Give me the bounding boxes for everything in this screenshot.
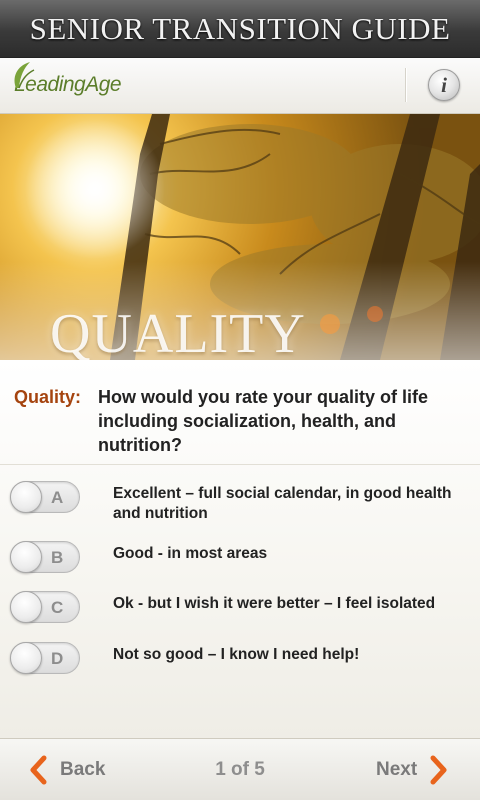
option-d-toggle[interactable]: D (10, 642, 80, 674)
question-panel: Quality: How would you rate your quality… (0, 360, 480, 738)
question-divider (0, 464, 480, 465)
next-button[interactable]: Next (376, 753, 449, 787)
hero-banner: QUALITY (0, 114, 480, 360)
brand-bar: LeadingAge i (0, 58, 480, 114)
leaf-icon (14, 62, 35, 89)
question-text: How would you rate your quality of life … (98, 387, 429, 455)
footer-nav: Back 1 of 5 Next (0, 738, 480, 800)
header-divider (405, 68, 407, 102)
option-letter: B (51, 548, 64, 567)
option-b-toggle[interactable]: B (10, 541, 80, 573)
option-text[interactable]: Excellent – full social calendar, in goo… (113, 484, 475, 524)
question-label: Quality: (14, 387, 82, 407)
option-letter: A (51, 488, 64, 507)
toggle-knob (10, 591, 42, 623)
info-icon: i (441, 72, 447, 97)
toggle-knob (10, 481, 42, 513)
leadingage-logo: LeadingAge (10, 62, 122, 106)
hero-title: QUALITY (50, 303, 306, 360)
chevron-right-icon (430, 755, 447, 785)
option-text[interactable]: Not so good – I know I need help! (113, 645, 475, 665)
option-letter: C (51, 598, 64, 617)
option-letter: D (51, 649, 64, 668)
info-button[interactable]: i (428, 69, 460, 101)
app-title: SENIOR TRANSITION GUIDE (29, 10, 451, 46)
toggle-knob (10, 541, 42, 573)
option-text[interactable]: Good - in most areas (113, 544, 475, 564)
toggle-knob (10, 642, 42, 674)
title-bar: SENIOR TRANSITION GUIDE (0, 0, 480, 58)
option-a-toggle[interactable]: A (10, 481, 80, 513)
next-label: Next (376, 759, 418, 780)
question: Quality: How would you rate your quality… (14, 385, 474, 457)
option-text[interactable]: Ok - but I wish it were better – I feel … (113, 594, 475, 614)
option-c-toggle[interactable]: C (10, 591, 80, 623)
